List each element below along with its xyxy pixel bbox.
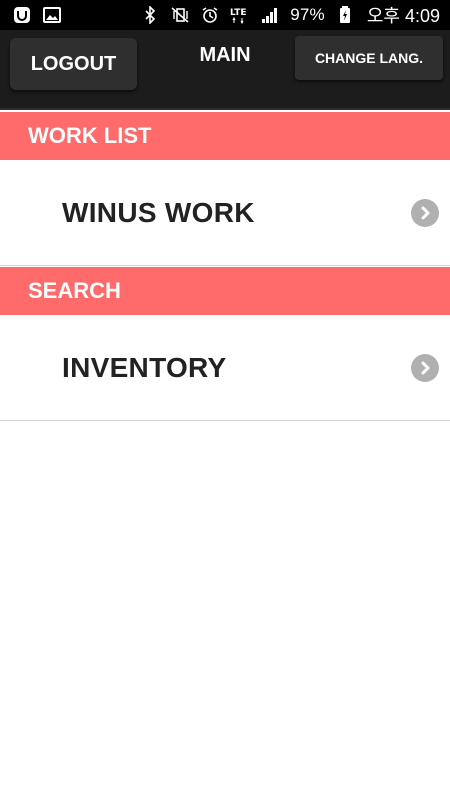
status-bar: LTE 97% 오후 4:09 [0,0,450,30]
menu-item-winus-work[interactable]: WINUS WORK [0,160,450,266]
vibrate-mute-icon [170,6,190,24]
app-header: LOGOUT MAIN CHANGE LANG. [0,30,450,110]
menu-item-inventory[interactable]: INVENTORY [0,315,450,421]
battery-percent: 97% [290,5,325,24]
logout-button[interactable]: LOGOUT [10,38,137,90]
gallery-icon [42,6,62,24]
section-header-search: SEARCH [0,267,450,315]
chevron-right-icon [411,198,439,227]
chevron-right-icon [411,353,439,382]
lte-icon: LTE [230,6,250,24]
svg-text:LTE: LTE [230,8,247,18]
menu-item-label: INVENTORY [62,351,227,383]
clock: 오후 4:09 [366,6,440,26]
battery-icon [335,6,355,24]
section-header-work-list: WORK LIST [0,112,450,160]
signal-icon [260,6,280,24]
alarm-icon [200,6,220,24]
bluetooth-icon [140,6,160,24]
status-left [12,6,62,24]
menu-item-label: WINUS WORK [62,196,255,228]
change-language-button[interactable]: CHANGE LANG. [295,36,443,80]
app-notification-icon [12,6,32,24]
status-right: LTE 97% 오후 4:09 [140,2,440,28]
